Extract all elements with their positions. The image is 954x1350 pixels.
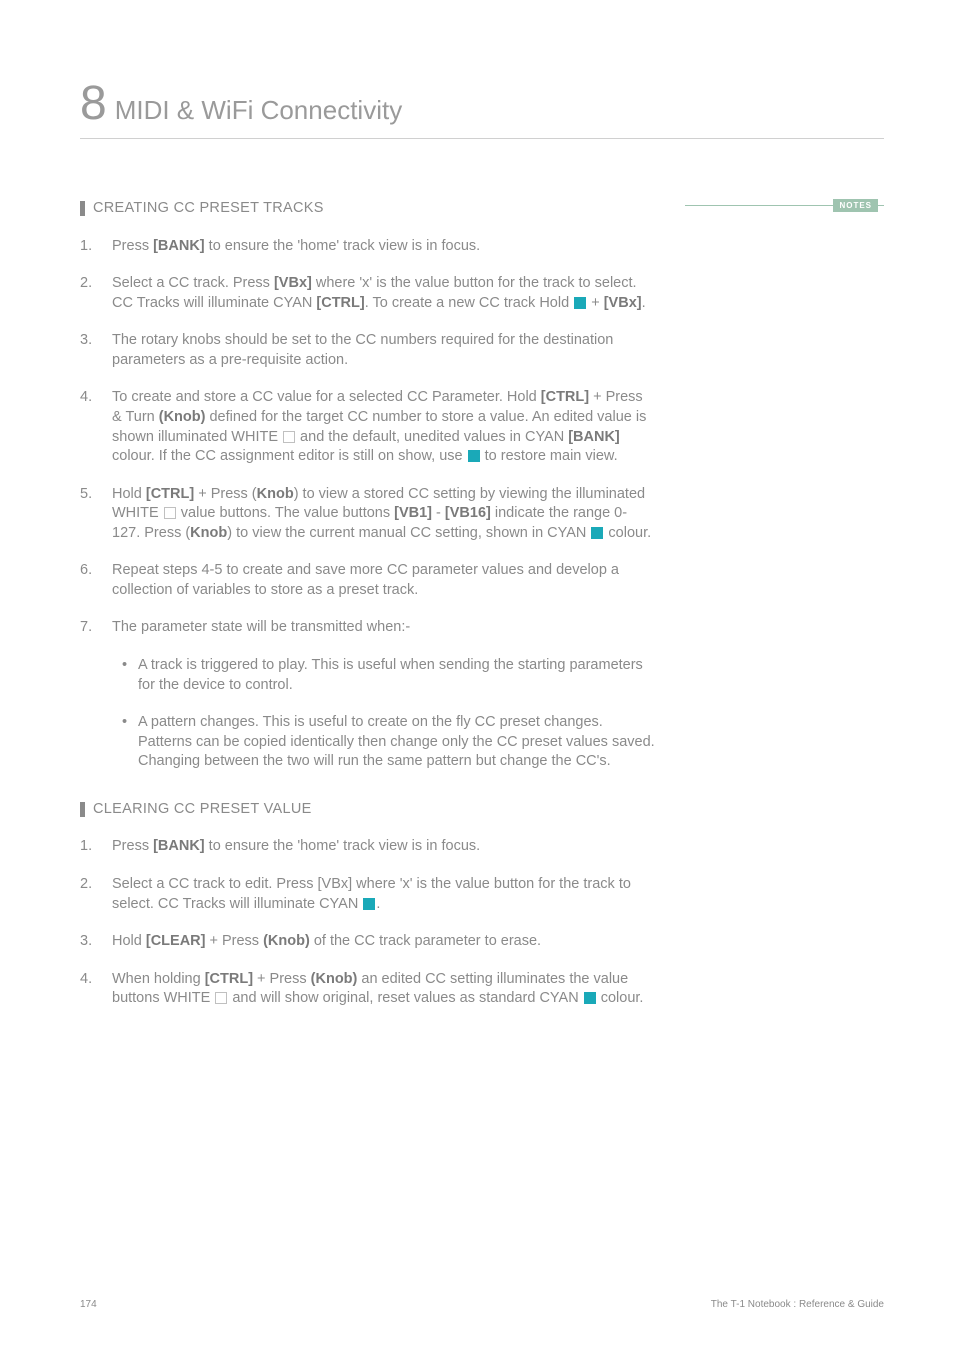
list-item: Repeat steps 4-5 to create and save more… <box>80 561 655 600</box>
cyan-swatch-icon <box>591 527 603 539</box>
page-container: 8 MIDI & WiFi Connectivity CREATING CC P… <box>0 0 954 1350</box>
list-item: Press [BANK] to ensure the 'home' track … <box>80 837 655 857</box>
numbered-list: Press [BANK] to ensure the 'home' track … <box>80 837 655 1008</box>
page-footer: 174 The T-1 Notebook : Reference & Guide <box>80 1299 884 1310</box>
section-title: CREATING CC PRESET TRACKS <box>93 199 324 219</box>
page-number: 174 <box>80 1299 97 1310</box>
sub-list-item: A pattern changes. This is useful to cre… <box>112 713 655 772</box>
key-label: [BANK] <box>568 429 620 445</box>
key-label: [VBx] <box>604 295 642 311</box>
list-item: Select a CC track. Press [VBx] where 'x'… <box>80 274 655 313</box>
cyan-swatch-icon <box>574 297 586 309</box>
section-header: CLEARING CC PRESET VALUE <box>80 800 655 820</box>
list-item: To create and store a CC value for a sel… <box>80 388 655 466</box>
key-label: (Knob) <box>159 409 206 425</box>
section-block: CLEARING CC PRESET VALUE Press [BANK] to … <box>80 800 655 1009</box>
list-item: When holding [CTRL] + Press (Knob) an ed… <box>80 970 655 1009</box>
key-label: (Knob) <box>311 971 358 987</box>
key-label: (Knob) <box>263 933 310 949</box>
key-label: [CTRL] <box>316 295 364 311</box>
key-label: [CTRL] <box>541 389 589 405</box>
white-swatch-icon <box>215 992 227 1004</box>
content-area: CREATING CC PRESET TRACKS Press [BANK] to… <box>80 199 884 1037</box>
chapter-number: 8 <box>80 80 107 128</box>
key-label: [VB1] <box>394 505 432 521</box>
section-bar-icon <box>80 201 85 216</box>
key-label: [BANK] <box>153 838 205 854</box>
notes-sidebar: NOTES <box>685 199 884 1037</box>
notes-line <box>878 205 884 206</box>
sub-list-item: A track is triggered to play. This is us… <box>112 656 655 695</box>
key-label: [CTRL] <box>205 971 253 987</box>
key-label: [CTRL] <box>146 486 194 502</box>
key-label: Knob <box>257 486 294 502</box>
chapter-header: 8 MIDI & WiFi Connectivity <box>80 80 884 128</box>
main-content: CREATING CC PRESET TRACKS Press [BANK] to… <box>80 199 655 1037</box>
header-divider <box>80 138 884 139</box>
list-item: Press [BANK] to ensure the 'home' track … <box>80 237 655 257</box>
notes-line <box>685 205 833 206</box>
key-label: Knob <box>190 525 227 541</box>
key-label: [CLEAR] <box>146 933 206 949</box>
list-item: Select a CC track to edit. Press [VBx] w… <box>80 875 655 914</box>
section-bar-icon <box>80 802 85 817</box>
numbered-list: Press [BANK] to ensure the 'home' track … <box>80 237 655 772</box>
section-title: CLEARING CC PRESET VALUE <box>93 800 312 820</box>
white-swatch-icon <box>283 431 295 443</box>
cyan-swatch-icon <box>584 992 596 1004</box>
white-swatch-icon <box>164 507 176 519</box>
section-block: CREATING CC PRESET TRACKS Press [BANK] to… <box>80 199 655 772</box>
notes-label-container: NOTES <box>685 199 884 212</box>
key-label: [VB16] <box>445 505 491 521</box>
list-item: The parameter state will be transmitted … <box>80 618 655 771</box>
doc-title: The T-1 Notebook : Reference & Guide <box>711 1299 884 1310</box>
cyan-swatch-icon <box>468 450 480 462</box>
notes-badge: NOTES <box>833 199 878 212</box>
list-item: Hold [CLEAR] + Press (Knob) of the CC tr… <box>80 932 655 952</box>
chapter-title: MIDI & WiFi Connectivity <box>115 95 403 126</box>
key-label: [BANK] <box>153 238 205 254</box>
list-item: The rotary knobs should be set to the CC… <box>80 331 655 370</box>
sub-list: A track is triggered to play. This is us… <box>112 656 655 772</box>
section-header: CREATING CC PRESET TRACKS <box>80 199 655 219</box>
key-label: [VBx] <box>274 275 312 291</box>
cyan-swatch-icon <box>363 898 375 910</box>
list-item: Hold [CTRL] + Press (Knob) to view a sto… <box>80 485 655 544</box>
